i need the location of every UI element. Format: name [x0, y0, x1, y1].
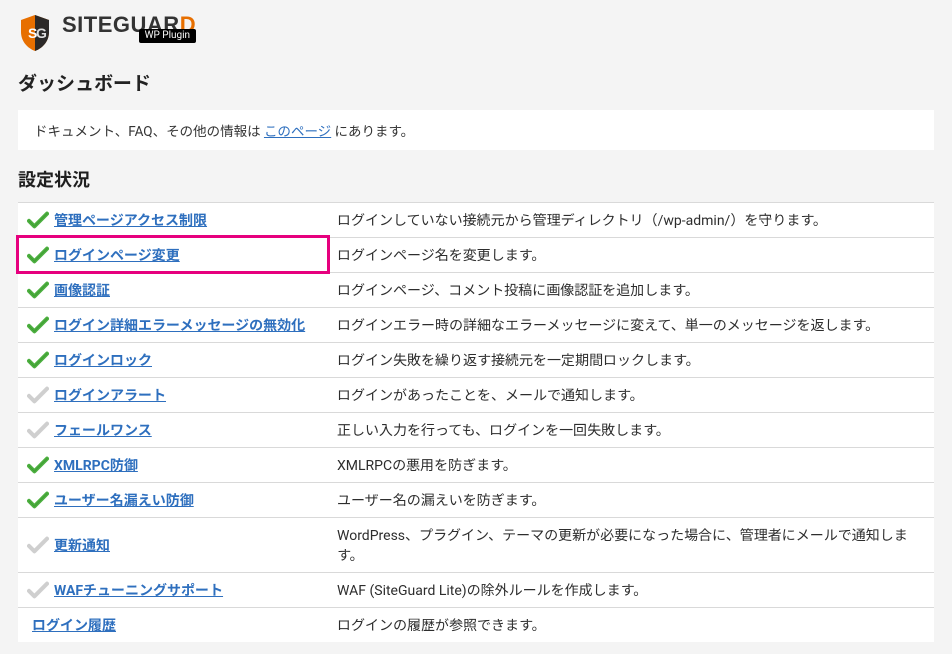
table-row: XMLRPC防御 XMLRPCの悪用を防ぎます。 — [18, 447, 934, 482]
check-enabled-icon — [27, 456, 49, 474]
setting-fail-once-desc: 正しい入力を行っても、ログインを一回失敗します。 — [328, 412, 934, 447]
setting-rename-login-link[interactable]: ログインページ変更 — [54, 245, 180, 265]
setting-rename-login-cell: ログインページ変更 — [18, 237, 328, 272]
setting-login-lock-link[interactable]: ログインロック — [54, 350, 152, 370]
check-enabled-icon — [27, 316, 49, 334]
table-row: ユーザー名漏えい防御 ユーザー名の漏えいを防ぎます。 — [18, 482, 934, 517]
page-title: ダッシュボード — [18, 69, 934, 96]
setting-admin-page-restrict-desc: ログインしていない接続元から管理ディレクトリ（/wp-admin/）を守ります。 — [328, 202, 934, 237]
shield-icon: S G — [18, 13, 52, 53]
settings-table: 管理ページアクセス制限 ログインしていない接続元から管理ディレクトリ（/wp-ad… — [18, 202, 934, 642]
setting-login-alert-cell: ログインアラート — [18, 377, 328, 412]
check-disabled-icon — [27, 386, 49, 404]
setting-xmlrpc-cell: XMLRPC防御 — [18, 447, 328, 482]
setting-login-alert-desc: ログインがあったことを、メールで通知します。 — [328, 377, 934, 412]
setting-username-leak-link[interactable]: ユーザー名漏えい防御 — [54, 490, 194, 510]
setting-waf-tuning-desc: WAF (SiteGuard Lite)の除外ルールを作成します。 — [328, 572, 934, 607]
setting-xmlrpc-desc: XMLRPCの悪用を防ぎます。 — [328, 447, 934, 482]
setting-disable-login-error-desc: ログインエラー時の詳細なエラーメッセージに変えて、単一のメッセージを返します。 — [328, 307, 934, 342]
logo: S G SITEGUARD WP Plugin — [18, 12, 934, 55]
setting-update-notify-link[interactable]: 更新通知 — [54, 535, 110, 555]
table-row: ログイン履歴 ログインの履歴が参照できます。 — [18, 607, 934, 642]
setting-captcha-desc: ログインページ、コメント投稿に画像認証を追加します。 — [328, 272, 934, 307]
check-enabled-icon — [27, 281, 49, 299]
setting-xmlrpc-link[interactable]: XMLRPC防御 — [54, 455, 138, 475]
check-disabled-icon — [27, 421, 49, 439]
setting-login-history-link[interactable]: ログイン履歴 — [32, 615, 116, 635]
table-row: フェールワンス 正しい入力を行っても、ログインを一回失敗します。 — [18, 412, 934, 447]
setting-login-lock-cell: ログインロック — [18, 342, 328, 377]
setting-login-history-cell: ログイン履歴 — [18, 607, 328, 642]
setting-waf-tuning-cell: WAFチューニングサポート — [18, 572, 328, 607]
check-enabled-icon — [27, 246, 49, 264]
setting-update-notify-desc: WordPress、プラグイン、テーマの更新が必要になった場合に、管理者にメール… — [328, 517, 934, 572]
check-disabled-icon — [27, 581, 49, 599]
setting-username-leak-desc: ユーザー名の漏えいを防ぎます。 — [328, 482, 934, 517]
check-disabled-icon — [27, 536, 49, 554]
setting-captcha-link[interactable]: 画像認証 — [54, 280, 110, 300]
setting-waf-tuning-link[interactable]: WAFチューニングサポート — [54, 580, 223, 600]
setting-login-lock-desc: ログイン失敗を繰り返す接続元を一定期間ロックします。 — [328, 342, 934, 377]
info-box: ドキュメント、FAQ、その他の情報は このページ にあります。 — [18, 110, 934, 150]
setting-admin-page-restrict-cell: 管理ページアクセス制限 — [18, 202, 328, 237]
setting-disable-login-error-link[interactable]: ログイン詳細エラーメッセージの無効化 — [54, 315, 305, 335]
setting-fail-once-link[interactable]: フェールワンス — [54, 420, 152, 440]
svg-text:G: G — [36, 25, 47, 41]
table-row: WAFチューニングサポート WAF (SiteGuard Lite)の除外ルールを… — [18, 572, 934, 607]
table-row: ログインページ変更 ログインページ名を変更します。 — [18, 237, 934, 272]
table-row: ログインアラート ログインがあったことを、メールで通知します。 — [18, 377, 934, 412]
setting-disable-login-error-cell: ログイン詳細エラーメッセージの無効化 — [18, 307, 328, 342]
setting-rename-login-desc: ログインページ名を変更します。 — [328, 237, 934, 272]
logo-subtitle: WP Plugin — [139, 29, 196, 43]
setting-username-leak-cell: ユーザー名漏えい防御 — [18, 482, 328, 517]
check-enabled-icon — [27, 491, 49, 509]
info-link[interactable]: このページ — [264, 124, 331, 140]
setting-login-history-desc: ログインの履歴が参照できます。 — [328, 607, 934, 642]
check-enabled-icon — [27, 211, 49, 229]
table-row: 管理ページアクセス制限 ログインしていない接続元から管理ディレクトリ（/wp-ad… — [18, 202, 934, 237]
table-row: ログイン詳細エラーメッセージの無効化 ログインエラー時の詳細なエラーメッセージに変… — [18, 307, 934, 342]
setting-captcha-cell: 画像認証 — [18, 272, 328, 307]
table-row: ログインロック ログイン失敗を繰り返す接続元を一定期間ロックします。 — [18, 342, 934, 377]
table-row: 画像認証 ログインページ、コメント投稿に画像認証を追加します。 — [18, 272, 934, 307]
setting-login-alert-link[interactable]: ログインアラート — [54, 385, 166, 405]
setting-update-notify-cell: 更新通知 — [18, 517, 328, 572]
check-enabled-icon — [27, 351, 49, 369]
setting-fail-once-cell: フェールワンス — [18, 412, 328, 447]
status-heading: 設定状況 — [18, 166, 934, 192]
table-row: 更新通知 WordPress、プラグイン、テーマの更新が必要になった場合に、管理者… — [18, 517, 934, 572]
setting-admin-page-restrict-link[interactable]: 管理ページアクセス制限 — [54, 210, 207, 230]
